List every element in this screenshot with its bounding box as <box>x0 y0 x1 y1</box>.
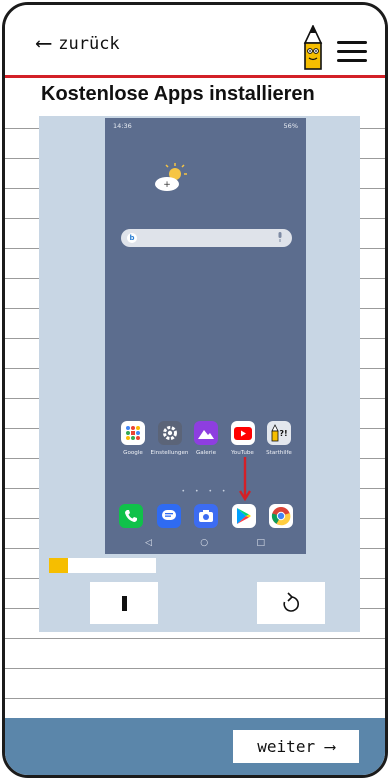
app-google: Google <box>115 421 151 456</box>
back-label: zurück <box>58 34 120 54</box>
hamburger-menu-icon[interactable] <box>337 41 367 63</box>
weather-icon: + <box>155 163 187 191</box>
status-time: 14:36 <box>113 122 132 130</box>
back-button[interactable]: ⟵ zurück <box>37 33 120 55</box>
nav-recents-icon: □ <box>256 538 265 548</box>
page-title: Kostenlose Apps installieren <box>41 83 315 105</box>
phone-screenshot: 14:36 56% + b Google Einstellungen Galer… <box>105 118 306 554</box>
next-label: weiter <box>257 737 316 756</box>
chrome-icon <box>269 504 293 528</box>
next-arrow-icon: ⟶ <box>325 737 335 756</box>
app-starthilfe: ?! Starthilfe <box>261 421 297 456</box>
app-label: Einstellungen <box>150 450 189 456</box>
video-progress-fill <box>49 558 68 573</box>
app-label: Galerie <box>195 450 217 456</box>
header: ⟵ zurück <box>5 5 385 75</box>
youtube-icon <box>230 421 255 445</box>
nav-home-icon: ○ <box>200 538 209 548</box>
pencil-mascot-icon <box>303 25 323 70</box>
pause-icon <box>121 595 127 611</box>
replay-icon <box>283 592 299 612</box>
phone-icon <box>119 504 143 528</box>
header-divider <box>5 75 385 78</box>
app-label: YouTube <box>231 450 254 456</box>
app-label: Starthilfe <box>266 450 292 456</box>
messages-icon <box>156 504 181 528</box>
status-battery: 56% <box>283 122 298 130</box>
red-pointer-arrow-icon <box>239 457 251 501</box>
page-indicator: • • • • <box>181 488 230 495</box>
app-label: Google <box>123 450 143 456</box>
notebook-line <box>5 668 385 669</box>
phone-nav-bar: ◁ ○ □ <box>145 538 265 548</box>
gallery-icon <box>194 421 218 445</box>
footer-bar: weiter ⟶ <box>5 718 385 775</box>
starthilfe-icon: ?! <box>267 421 291 445</box>
notebook-line <box>5 638 385 639</box>
app-einstellungen: Einstellungen <box>150 421 189 456</box>
pause-button[interactable] <box>90 582 158 624</box>
app-frame: ⟵ zurück Kostenlose Apps installieren 14… <box>2 2 388 778</box>
play-store-icon <box>231 504 256 528</box>
app-youtube: YouTube <box>225 421 261 456</box>
back-arrow-icon: ⟵ <box>37 31 51 56</box>
phone-status-bar: 14:36 56% <box>113 122 298 134</box>
next-button[interactable]: weiter ⟶ <box>233 730 359 763</box>
svg-text:?!: ?! <box>279 429 287 438</box>
camera-icon <box>194 504 218 528</box>
phone-dock <box>119 504 293 528</box>
home-app-row: Google Einstellungen Galerie YouTube ?! … <box>115 421 297 456</box>
nav-back-icon: ◁ <box>145 538 152 548</box>
phone-search-bar: b <box>121 229 292 247</box>
bing-search-icon: b <box>127 233 137 243</box>
svg-text:+: + <box>163 180 171 190</box>
replay-button[interactable] <box>257 582 325 624</box>
notebook-line <box>5 698 385 699</box>
app-galerie: Galerie <box>188 421 224 456</box>
microphone-icon <box>278 232 282 242</box>
settings-gear-icon <box>157 421 182 445</box>
google-folder-icon <box>121 421 145 445</box>
